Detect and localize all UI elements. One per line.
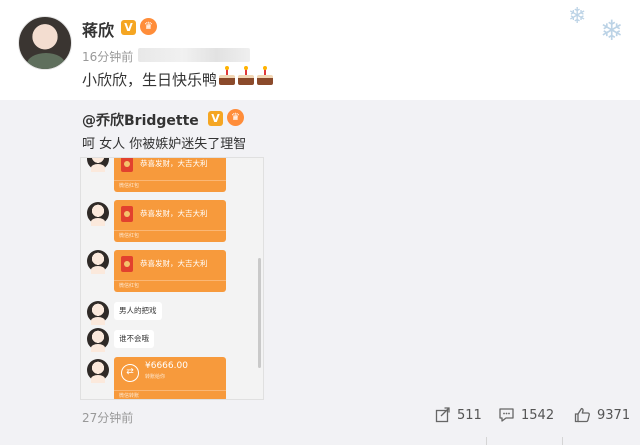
author-avatar[interactable] [18,16,72,70]
red-packet-footer: 微信红包 [114,280,226,292]
cake-emoji-row [218,66,274,86]
red-packet-message: 恭喜发财，大吉大利 微信红包 [114,200,226,242]
cake-icon [256,66,274,86]
red-packet-footer: 微信红包 [114,230,226,242]
share-button[interactable]: 511 [435,407,482,423]
decorative-snowflakes: ❄ ❄ [568,4,624,47]
red-packet-message: 恭喜发财，大吉大利 微信红包 [114,250,226,292]
verified-v-icon: V [208,111,223,126]
chat-avatar [87,301,109,325]
red-packet-icon [121,256,133,272]
chat-avatar [87,250,109,274]
repost-text: 呵 女人 你被嫉妒迷失了理智 [82,137,247,152]
transfer-subtitle: 转账给你 [145,374,166,380]
divider [562,437,563,445]
like-button[interactable]: 9371 [574,407,630,423]
blurred-source [138,48,250,62]
author-name[interactable]: 蒋欣 [82,17,114,41]
post-text: 小欣欣，生日快乐鸭 [82,71,218,89]
chat-bubble: 谁不会哦 [114,330,154,348]
red-packet-wish: 恭喜发财，大吉大利 [140,159,208,168]
member-crown-icon[interactable]: ♛ [140,18,157,35]
thumbs-up-icon [574,407,590,423]
red-packet-message: 恭喜发财，大吉大利 微信红包 [114,158,226,192]
repost-time[interactable]: 27分钟前 [82,409,133,426]
chat-bubble: 男人的把戏 [114,302,162,320]
red-packet-icon [121,158,133,172]
comment-icon [499,408,514,422]
chat-avatar [87,158,109,172]
share-count: 511 [457,407,482,423]
share-icon [435,407,450,423]
verified-v-icon: V [121,20,136,35]
transfer-arrows-icon: ⇄ [121,364,139,382]
red-packet-footer: 微信红包 [114,180,226,192]
red-packet-wish: 恭喜发财，大吉大利 [140,259,208,268]
chat-avatar [87,202,109,226]
cake-icon [218,66,236,86]
scrollbar [258,258,261,368]
chat-avatar [87,359,109,383]
chat-screenshot-image[interactable]: 恭喜发财，大吉大利 微信红包 恭喜发财，大吉大利 微信红包 恭喜发财，大吉大利 … [80,157,264,400]
cake-icon [237,66,255,86]
transfer-footer: 微信转账 [114,390,226,399]
comment-button[interactable]: 1542 [498,407,554,423]
chat-avatar [87,328,109,352]
repost-author[interactable]: @乔欣Bridgette [82,110,199,130]
red-packet-icon [121,206,133,222]
red-packet-wish: 恭喜发财，大吉大利 [140,209,208,218]
transfer-message: ⇄ ¥6666.00 转账给你 微信转账 [114,357,226,399]
divider [486,437,487,445]
like-count: 9371 [597,407,631,423]
transfer-amount: ¥6666.00 [145,361,188,371]
comment-count: 1542 [521,407,555,423]
post-time[interactable]: 16分钟前 [82,48,133,65]
member-crown-icon[interactable]: ♛ [227,109,244,126]
